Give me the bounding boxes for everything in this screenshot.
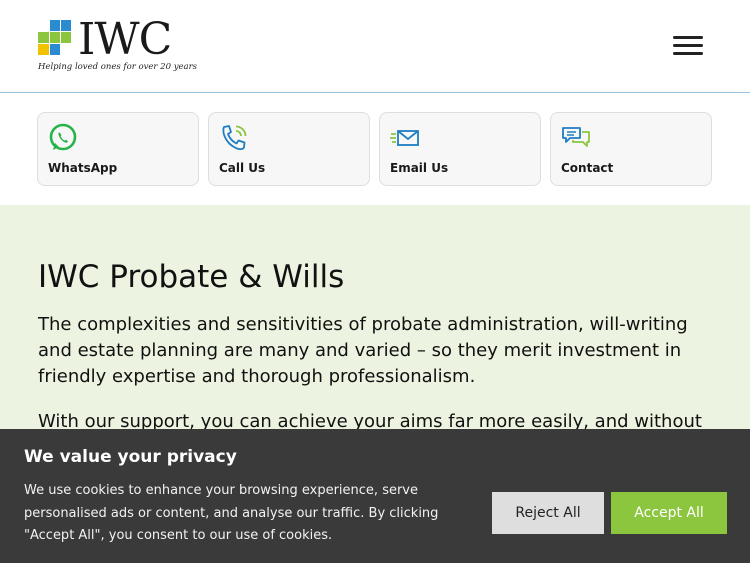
email-us-button[interactable]: Email Us [379, 112, 541, 186]
contact-options: WhatsApp Call Us Email Us Contact [0, 93, 750, 205]
hamburger-menu-icon[interactable] [670, 34, 706, 58]
site-header: IWC Helping loved ones for over 20 years [0, 0, 750, 93]
whatsapp-button[interactable]: WhatsApp [37, 112, 199, 186]
accept-all-button[interactable]: Accept All [611, 492, 727, 534]
cookie-banner-text: We use cookies to enhance your browsing … [24, 483, 439, 543]
email-us-label: Email Us [390, 161, 449, 175]
whatsapp-icon [49, 123, 77, 151]
call-us-label: Call Us [219, 161, 266, 175]
logo-wordmark: IWC [78, 14, 172, 65]
page-title: IWC Probate & Wills [38, 259, 345, 295]
intro-paragraph: The complexities and sensitivities of pr… [38, 314, 688, 387]
phone-icon [222, 125, 247, 151]
contact-button[interactable]: Contact [550, 112, 712, 186]
cookie-consent-banner: We value your privacy We use cookies to … [0, 429, 750, 563]
logo-mark-icon [38, 20, 71, 55]
whatsapp-label: WhatsApp [48, 161, 118, 175]
logo-tagline: Helping loved ones for over 20 years [38, 62, 198, 72]
contact-label: Contact [561, 161, 614, 175]
cookie-banner-title: We value your privacy [24, 447, 237, 467]
iwc-logo[interactable]: IWC Helping loved ones for over 20 years [38, 14, 198, 76]
reject-all-button[interactable]: Reject All [492, 492, 604, 534]
email-icon [390, 130, 419, 146]
chat-bubbles-icon [562, 127, 590, 147]
call-us-button[interactable]: Call Us [208, 112, 370, 186]
